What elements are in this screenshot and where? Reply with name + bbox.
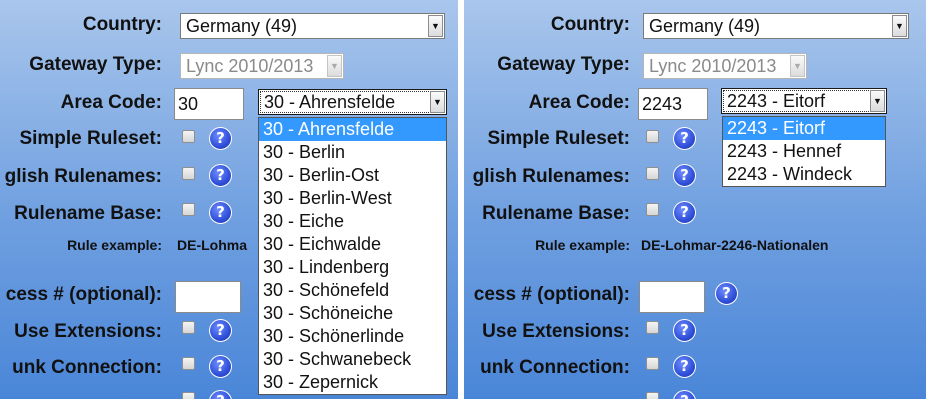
simple-ruleset-checkbox[interactable] [646, 130, 659, 143]
gateway-type-label: Gateway Type: [29, 54, 162, 75]
rulename-base-checkbox[interactable] [646, 203, 659, 216]
dropdown-option[interactable]: 30 - Lindenberg [259, 256, 446, 279]
area-code-dropdown-list[interactable]: 2243 - Eitorf 2243 - Hennef 2243 - Windeck [722, 116, 886, 187]
dropdown-option[interactable]: 30 - Zepernick [259, 371, 446, 394]
next-checkbox[interactable] [182, 392, 195, 399]
help-icon[interactable]: ? [673, 319, 696, 342]
dropdown-option[interactable]: 30 - Schöneiche [259, 302, 446, 325]
access-number-label: cess # (optional): [473, 284, 630, 305]
country-select[interactable]: Germany (49) ▼ [643, 13, 909, 39]
left-panel: Country: Germany (49) ▼ Gateway Type: Ly… [0, 0, 458, 399]
gateway-type-label: Gateway Type: [497, 54, 630, 75]
dropdown-option[interactable]: 2243 - Hennef [723, 140, 885, 163]
access-number-input[interactable] [639, 281, 705, 313]
country-label: Country: [82, 14, 162, 35]
help-icon[interactable]: ? [673, 355, 696, 378]
english-rulenames-label: glish Rulenames: [472, 166, 630, 187]
area-code-input[interactable]: 30 [174, 88, 244, 120]
area-code-label: Area Code: [60, 92, 162, 113]
help-icon[interactable]: ? [673, 127, 696, 150]
english-rulenames-checkbox[interactable] [182, 167, 195, 180]
country-select[interactable]: Germany (49) ▼ [180, 13, 445, 39]
simple-ruleset-checkbox[interactable] [182, 130, 195, 143]
rulename-base-label: Rulename Base: [14, 203, 162, 224]
help-icon[interactable]: ? [673, 201, 696, 224]
area-code-select-value: 30 - Ahrensfelde [264, 92, 396, 112]
help-icon[interactable]: ? [209, 164, 232, 187]
dropdown-option[interactable]: 30 - Eiche [259, 210, 446, 233]
chevron-down-icon: ▼ [892, 15, 907, 37]
help-icon[interactable]: ? [209, 355, 232, 378]
chevron-down-icon: ▼ [428, 15, 443, 37]
area-code-select-value: 2243 - Eitorf [727, 91, 826, 111]
rulename-base-checkbox[interactable] [182, 203, 195, 216]
gateway-type-value: Lync 2010/2013 [649, 56, 777, 76]
help-icon[interactable]: ? [715, 282, 738, 305]
simple-ruleset-label: Simple Ruleset: [19, 128, 162, 149]
next-checkbox[interactable] [646, 392, 659, 399]
dropdown-option[interactable]: 30 - Ahrensfelde [259, 118, 446, 141]
help-icon[interactable]: ? [209, 127, 232, 150]
area-code-input[interactable]: 2243 [638, 88, 708, 120]
rule-example-label: Rule example: [67, 237, 162, 253]
dropdown-option[interactable]: 30 - Berlin-West [259, 187, 446, 210]
chevron-down-icon: ▼ [790, 55, 805, 77]
trunk-connection-label: unk Connection: [480, 357, 630, 378]
rulename-base-label: Rulename Base: [482, 203, 630, 224]
use-extensions-checkbox[interactable] [182, 321, 195, 334]
area-code-dropdown-list[interactable]: 30 - Ahrensfelde 30 - Berlin 30 - Berlin-O… [258, 117, 447, 395]
use-extensions-checkbox[interactable] [646, 321, 659, 334]
trunk-connection-label: unk Connection: [12, 357, 162, 378]
use-extensions-label: Use Extensions: [14, 321, 162, 342]
dropdown-option[interactable]: 30 - Schönerlinde [259, 325, 446, 348]
trunk-connection-checkbox[interactable] [646, 357, 659, 370]
dropdown-option[interactable]: 30 - Schwanebeck [259, 348, 446, 371]
help-icon[interactable]: ? [209, 201, 232, 224]
chevron-down-icon: ▼ [870, 90, 885, 112]
access-number-label: cess # (optional): [5, 284, 162, 305]
access-number-input[interactable] [175, 281, 241, 313]
dropdown-option[interactable]: 30 - Berlin-Ost [259, 164, 446, 187]
english-rulenames-label: glish Rulenames: [4, 166, 162, 187]
country-select-value: Germany (49) [649, 16, 761, 36]
trunk-connection-checkbox[interactable] [182, 357, 195, 370]
gateway-type-select: Lync 2010/2013 ▼ [643, 53, 807, 79]
help-icon[interactable]: ? [209, 390, 232, 399]
country-label: Country: [550, 14, 630, 35]
area-code-select[interactable]: 30 - Ahrensfelde ▼ [258, 89, 447, 115]
dropdown-option[interactable]: 2243 - Eitorf [723, 117, 885, 140]
chevron-down-icon: ▼ [430, 91, 445, 113]
gateway-type-value: Lync 2010/2013 [186, 56, 314, 76]
dropdown-option[interactable]: 2243 - Windeck [723, 163, 885, 186]
rule-example-label: Rule example: [535, 237, 630, 253]
chevron-down-icon: ▼ [327, 55, 342, 77]
dropdown-option[interactable]: 30 - Schönefeld [259, 279, 446, 302]
right-panel: Country: Germany (49) ▼ Gateway Type: Ly… [464, 0, 926, 399]
simple-ruleset-label: Simple Ruleset: [487, 128, 630, 149]
rule-example-value: DE-Lohma [177, 237, 247, 253]
country-select-value: Germany (49) [186, 16, 298, 36]
use-extensions-label: Use Extensions: [482, 321, 630, 342]
rule-example-value: DE-Lohmar-2246-Nationalen [641, 237, 829, 253]
dropdown-option[interactable]: 30 - Eichwalde [259, 233, 446, 256]
english-rulenames-checkbox[interactable] [646, 167, 659, 180]
area-code-select[interactable]: 2243 - Eitorf ▼ [721, 88, 887, 114]
help-icon[interactable]: ? [673, 390, 696, 399]
gateway-type-select: Lync 2010/2013 ▼ [180, 53, 344, 79]
help-icon[interactable]: ? [673, 164, 696, 187]
area-code-label: Area Code: [528, 92, 630, 113]
help-icon[interactable]: ? [209, 319, 232, 342]
dropdown-option[interactable]: 30 - Berlin [259, 141, 446, 164]
